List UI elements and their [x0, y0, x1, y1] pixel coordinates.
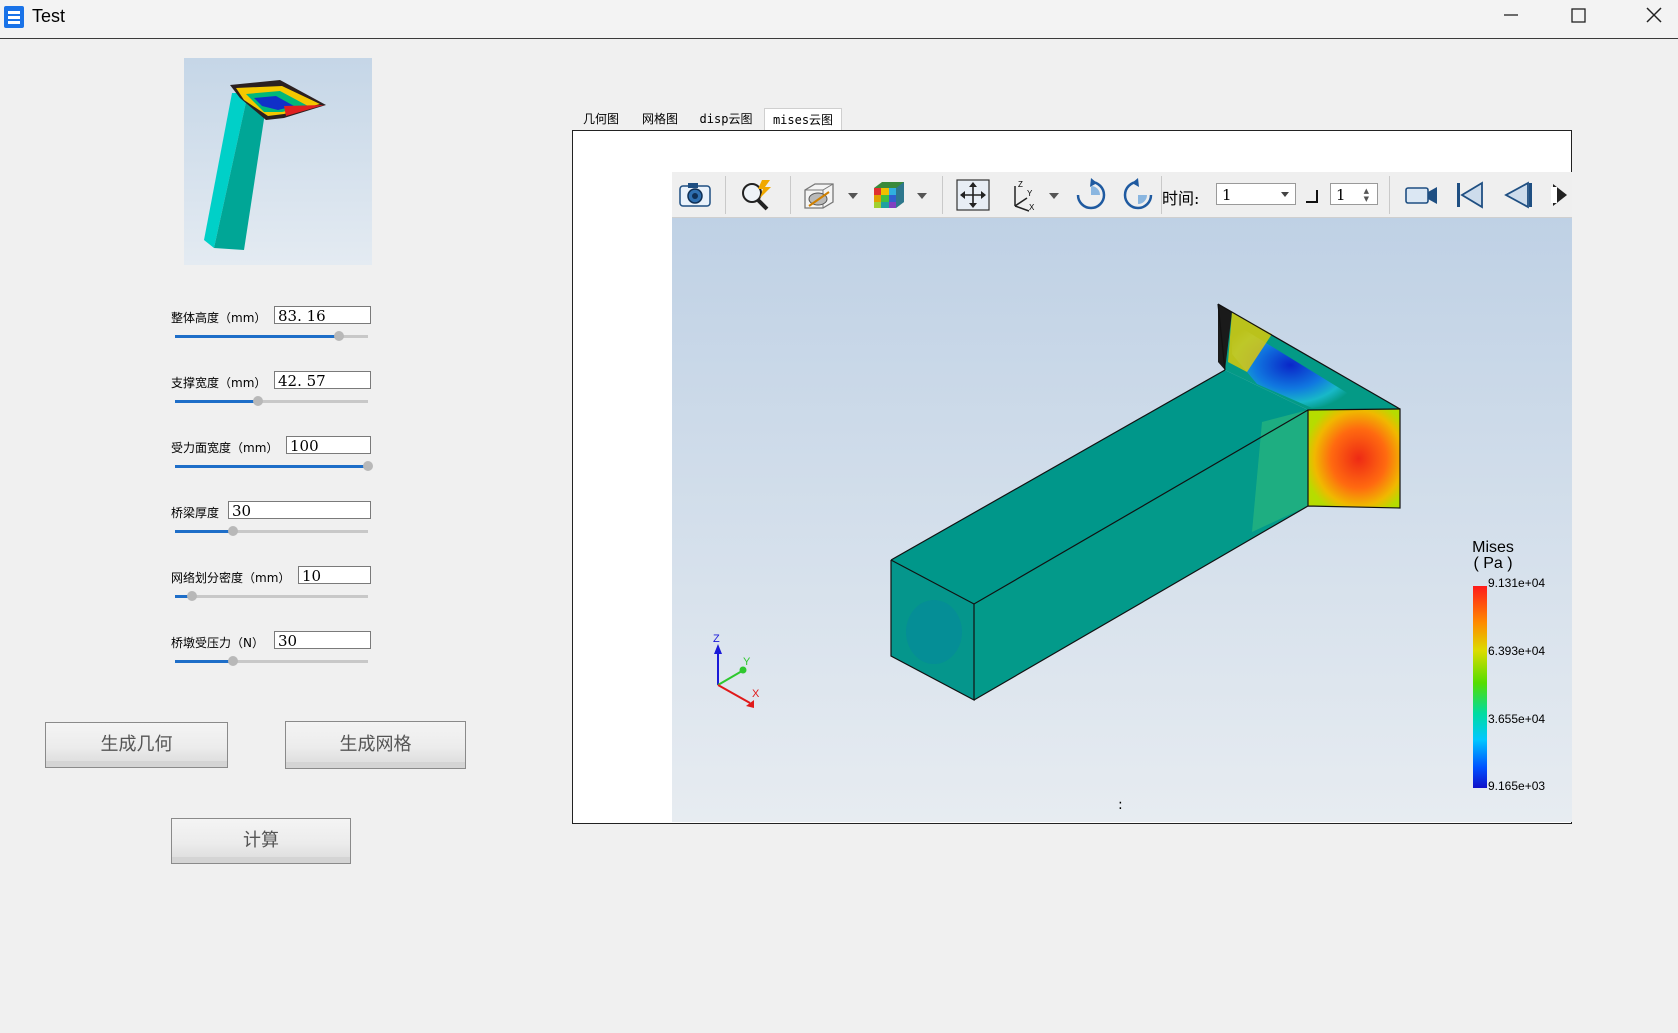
- 3d-viewport[interactable]: Z Y X: [672, 172, 1572, 822]
- axes-icon[interactable]: Z Y X: [1005, 178, 1041, 212]
- param-label-bridge-thickness: 桥梁厚度: [171, 506, 220, 520]
- axis-z-label: Z: [713, 633, 720, 645]
- compute-button[interactable]: 计算: [171, 818, 351, 864]
- bridge-thickness-slider[interactable]: [175, 526, 368, 536]
- close-button[interactable]: [1612, 0, 1678, 36]
- toolbar-separator: [1389, 176, 1390, 214]
- display-mode-dropdown-icon[interactable]: [848, 193, 858, 199]
- load-face-width-input[interactable]: 100: [286, 436, 371, 455]
- load-face-width-slider[interactable]: [175, 461, 373, 471]
- mesh-density-input[interactable]: 10: [298, 566, 371, 585]
- svg-text:Z: Z: [1018, 180, 1023, 189]
- param-label-mesh-density: 网络划分密度（mm）: [171, 571, 291, 585]
- close-icon: [1646, 7, 1662, 23]
- step-spinbox-value: 1: [1336, 186, 1346, 204]
- chevron-down-icon: [1281, 192, 1289, 197]
- geometry-preview-image: [184, 58, 372, 265]
- time-select[interactable]: 1: [1216, 183, 1296, 205]
- title-bar: [0, 0, 1678, 39]
- rotate-cw-icon[interactable]: [1073, 178, 1109, 212]
- color-dropdown-icon[interactable]: [917, 193, 927, 199]
- next-frame-icon[interactable]: [1551, 178, 1569, 212]
- tab-mesh[interactable]: 网格图: [632, 108, 688, 130]
- legend-title: Mises ( Pa ): [1472, 540, 1514, 572]
- toolbar-separator: [725, 176, 726, 214]
- svg-text:Y: Y: [1027, 189, 1033, 198]
- legend-title-line2: ( Pa ): [1473, 555, 1513, 572]
- bridge-thickness-input[interactable]: 30: [228, 501, 371, 520]
- param-label-height: 整体高度（mm）: [171, 311, 267, 325]
- status-text: :: [1118, 797, 1123, 813]
- camera-icon[interactable]: [677, 178, 713, 212]
- height-slider[interactable]: [175, 331, 368, 341]
- record-icon[interactable]: [1403, 178, 1439, 212]
- rotate-ccw-icon[interactable]: [1120, 178, 1156, 212]
- pan-icon[interactable]: [955, 178, 991, 212]
- svg-text:X: X: [1029, 203, 1035, 212]
- legend-tick-max: 9.131e+04: [1488, 576, 1546, 590]
- param-label-load-face-width: 受力面宽度（mm）: [171, 441, 279, 455]
- pier-pressure-input[interactable]: 30: [274, 631, 371, 650]
- mesh-density-slider[interactable]: [175, 591, 368, 601]
- axis-x-label: X: [752, 688, 760, 700]
- time-select-value: 1: [1222, 186, 1232, 204]
- legend-color-bar: [1473, 586, 1487, 788]
- step-spinbox[interactable]: 1 ▲ ▼: [1330, 183, 1378, 205]
- tab-disp[interactable]: disp云图: [694, 108, 758, 130]
- first-frame-icon[interactable]: [1452, 178, 1488, 212]
- zoom-icon[interactable]: [738, 178, 774, 212]
- time-label: 时间:: [1162, 189, 1200, 208]
- legend-title-line1: Mises: [1472, 539, 1514, 556]
- tab-geometry[interactable]: 几何图: [574, 108, 628, 130]
- legend-tick-2: 6.393e+04: [1488, 644, 1546, 658]
- param-label-support-width: 支撑宽度（mm）: [171, 376, 267, 390]
- step-icon: [1306, 190, 1318, 203]
- toolbar-separator: [942, 176, 943, 214]
- pier-pressure-slider[interactable]: [175, 656, 368, 666]
- maximize-button[interactable]: [1544, 0, 1612, 36]
- color-cube-icon[interactable]: [871, 178, 907, 212]
- display-mode-icon[interactable]: [801, 178, 837, 212]
- axes-dropdown-icon[interactable]: [1049, 193, 1059, 199]
- prev-frame-icon[interactable]: [1500, 178, 1536, 212]
- height-input[interactable]: 83. 16: [274, 306, 371, 325]
- minimize-icon: [1504, 14, 1518, 16]
- toolbar-separator: [790, 176, 791, 214]
- maximize-icon: [1571, 8, 1586, 23]
- minimize-button[interactable]: [1476, 0, 1544, 36]
- legend-tick-3: 3.655e+04: [1488, 712, 1546, 726]
- generate-mesh-button[interactable]: 生成网格: [285, 721, 466, 769]
- tab-mises[interactable]: mises云图: [764, 108, 842, 131]
- window-title: Test: [32, 6, 66, 26]
- support-width-input[interactable]: 42. 57: [274, 371, 371, 390]
- spin-arrows-icon: ▲ ▼: [1363, 187, 1369, 203]
- param-label-pier-pressure: 桥墩受压力（N）: [171, 636, 264, 650]
- generate-geometry-button[interactable]: 生成几何: [45, 722, 228, 768]
- app-icon: [4, 6, 24, 28]
- legend-tick-min: 9.165e+03: [1488, 779, 1546, 793]
- support-width-slider[interactable]: [175, 396, 368, 406]
- axis-y-label: Y: [743, 656, 751, 668]
